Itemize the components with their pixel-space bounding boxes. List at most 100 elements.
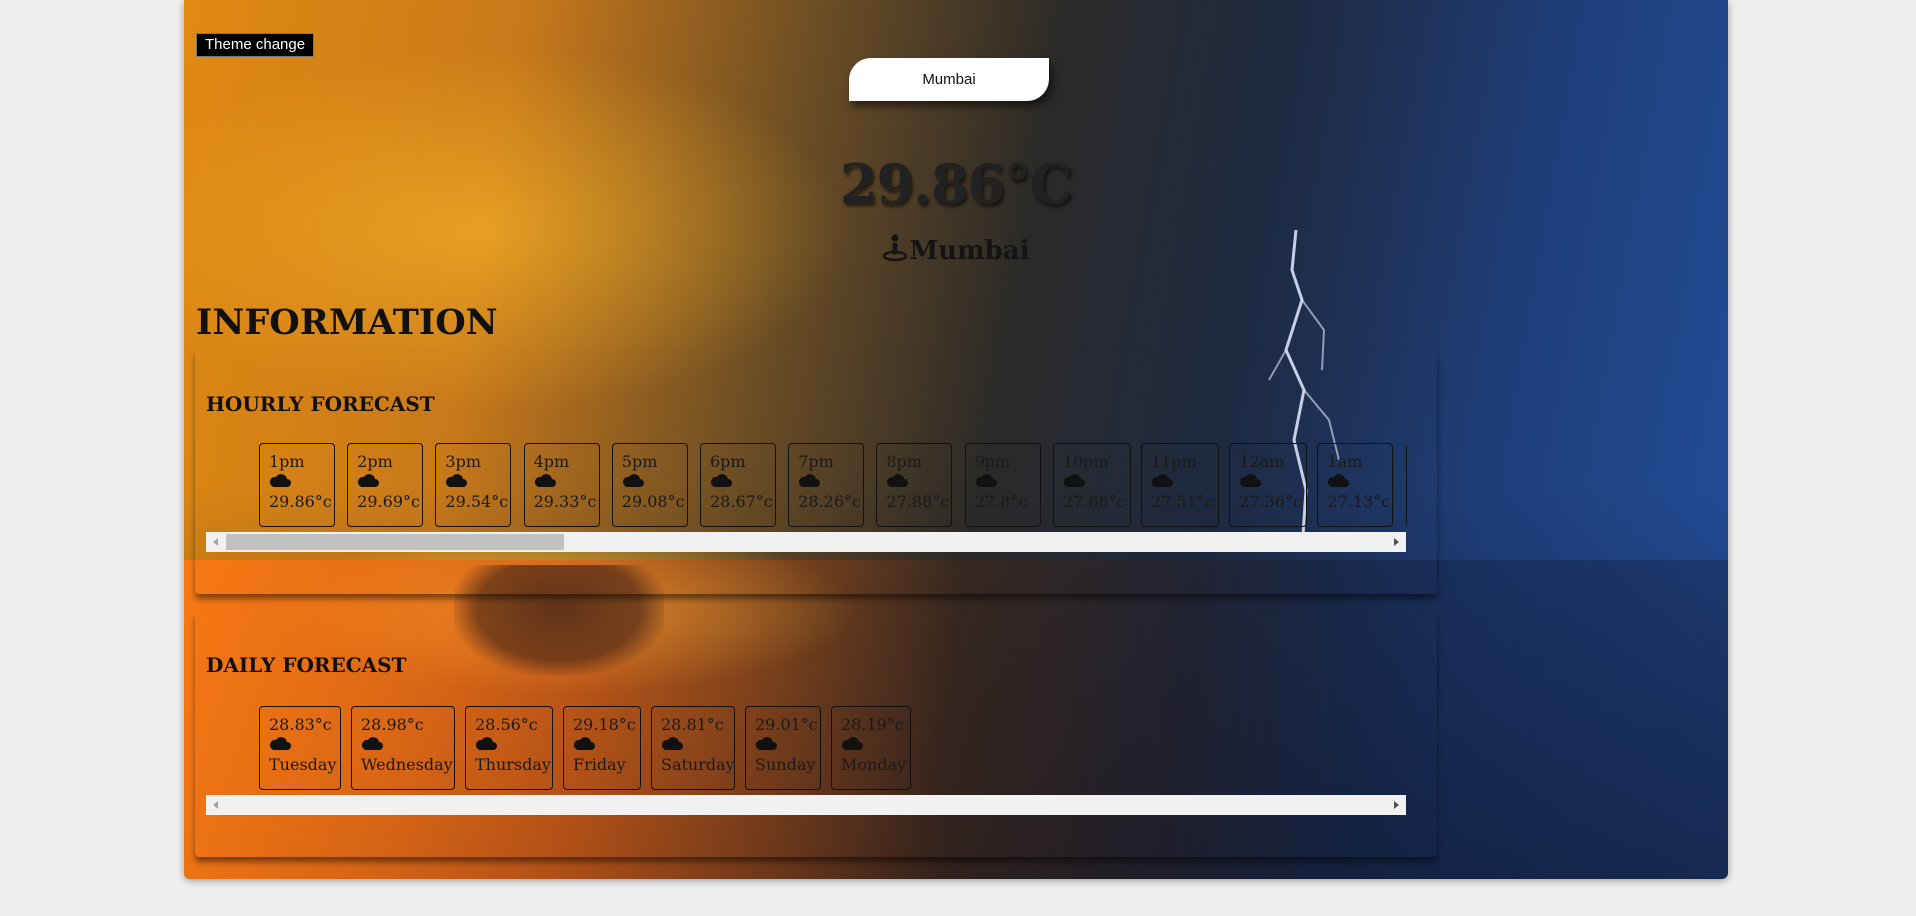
cloud-icon: [357, 472, 422, 490]
cloud-icon: [710, 472, 775, 490]
scroll-left-arrow-icon[interactable]: [213, 538, 218, 546]
hourly-forecast-card: 3pm 29.54°c: [435, 443, 512, 527]
daily-forecast-card: 29.18°c Friday: [563, 706, 641, 790]
current-temperature: 29.86°C: [839, 152, 1073, 216]
scroll-right-arrow-icon[interactable]: [1394, 538, 1399, 546]
hourly-forecast-card: 9pm 27.8°c: [964, 443, 1041, 527]
forecast-day: Tuesday: [269, 755, 337, 774]
forecast-time: 4pm: [533, 452, 570, 471]
cloud-icon: [661, 735, 734, 753]
hourly-forecast-card: 2pm 29.69°c: [347, 443, 424, 527]
forecast-temp: 27.36°c: [1239, 492, 1302, 511]
hourly-forecast-card: 8pm 27.88°c: [876, 443, 953, 527]
forecast-day: Monday: [841, 755, 907, 774]
weather-app: Theme change ⚲ 29.86°C Mumbai INFORMATIO…: [184, 0, 1728, 879]
forecast-time: 12am: [1239, 452, 1285, 471]
forecast-day: Saturday: [661, 755, 735, 774]
daily-forecast-card: 28.98°c Wednesday: [351, 706, 455, 790]
forecast-temp: 27.8°c: [974, 492, 1028, 511]
daily-forecast-card: 28.56°c Thursday: [465, 706, 553, 790]
hourly-forecast-panel: HOURLY FORECAST 1pm 29.86°c 2pm 29.69°c 3pm 2…: [195, 350, 1437, 594]
cloud-icon: [475, 735, 552, 753]
forecast-temp: 27.13°c: [1327, 492, 1391, 511]
forecast-temp: 29.01°c: [755, 715, 818, 734]
hourly-scrollbar[interactable]: [206, 532, 1406, 552]
daily-forecast-card: 28.81°c Saturday: [651, 706, 735, 790]
cloud-icon: [573, 735, 640, 753]
city-search-input[interactable]: [849, 58, 1049, 101]
daily-forecast-list[interactable]: 28.83°c Tuesday 28.98°c Wednesday 28.56°c Thu…: [257, 706, 1407, 791]
daily-forecast-card: 29.01°c Sunday: [745, 706, 821, 790]
forecast-time: 9pm: [974, 452, 1011, 471]
cloud-icon: [269, 735, 340, 753]
cloud-icon: [361, 735, 454, 753]
cloud-icon: [841, 735, 910, 753]
forecast-day: Sunday: [755, 755, 816, 774]
hourly-forecast-card: 2am26: [1405, 443, 1407, 527]
forecast-temp: 29.18°c: [573, 715, 636, 734]
forecast-temp: 29.86°c: [269, 492, 332, 511]
cloud-icon: [1239, 472, 1306, 490]
cloud-icon: [534, 472, 599, 490]
daily-forecast-card: 28.83°c Tuesday: [259, 706, 341, 790]
cloud-icon: [975, 472, 1040, 490]
hourly-forecast-card: 4pm 29.33°c: [523, 443, 600, 527]
forecast-time: 8pm: [886, 452, 922, 471]
daily-forecast-panel: DAILY FORECAST 28.83°c Tuesday 28.98°c Wedn…: [195, 613, 1437, 857]
forecast-time: 5pm: [621, 452, 658, 471]
forecast-temp: 28.98°c: [361, 715, 424, 734]
scroll-right-arrow-icon[interactable]: [1394, 801, 1399, 809]
daily-forecast-title: DAILY FORECAST: [206, 653, 407, 677]
forecast-time: 6pm: [710, 452, 746, 471]
cloud-icon: [269, 472, 334, 490]
forecast-time: 11pm: [1151, 452, 1197, 471]
cloud-icon: [1327, 472, 1392, 490]
cloud-icon: [1063, 472, 1130, 490]
hourly-forecast-title: HOURLY FORECAST: [206, 392, 435, 416]
scroll-left-arrow-icon[interactable]: [213, 801, 218, 809]
hourly-forecast-list[interactable]: 1pm 29.86°c 2pm 29.69°c 3pm 29.54°c 4pm 29.33°c…: [257, 443, 1407, 528]
scrollbar-thumb[interactable]: [226, 534, 564, 550]
forecast-time: 3pm: [445, 452, 481, 471]
forecast-temp: 29.54°c: [445, 492, 509, 511]
forecast-temp: 29.08°c: [621, 492, 685, 511]
forecast-time: 10pm: [1062, 452, 1109, 471]
forecast-time: 2pm: [357, 452, 393, 471]
forecast-temp: 28.56°c: [475, 715, 538, 734]
theme-change-button[interactable]: Theme change: [196, 33, 315, 57]
forecast-temp: 28.19°c: [841, 715, 904, 734]
forecast-temp: 27.51°c: [1151, 492, 1214, 511]
hourly-forecast-card: 5pm 29.08°c: [611, 443, 688, 527]
forecast-temp: 28.67°c: [710, 492, 773, 511]
cloud-icon: [622, 472, 687, 490]
information-heading: INFORMATION: [196, 302, 498, 343]
forecast-time: 1am: [1327, 452, 1363, 471]
daily-scrollbar[interactable]: [206, 795, 1406, 815]
forecast-day: Wednesday: [361, 755, 453, 774]
forecast-temp: 27.88°c: [886, 492, 950, 511]
location-name: Mumbai: [909, 236, 1030, 266]
hourly-forecast-card: 1pm 29.86°c: [259, 443, 335, 527]
hourly-forecast-card: 6pm 28.67°c: [700, 443, 776, 527]
forecast-day: Thursday: [475, 755, 551, 774]
person-pin-icon: [883, 234, 908, 262]
forecast-temp: 28.26°c: [798, 492, 861, 511]
forecast-day: Friday: [573, 755, 626, 774]
forecast-time: 7pm: [798, 452, 834, 471]
forecast-temp: 29.33°c: [533, 492, 597, 511]
forecast-temp: 27.68°c: [1062, 492, 1126, 511]
forecast-temp: 28.83°c: [269, 715, 332, 734]
hourly-forecast-card: 12am 27.36°c: [1229, 443, 1308, 527]
hourly-forecast-card: 1am 27.13°c: [1317, 443, 1394, 527]
hourly-forecast-card: 7pm 28.26°c: [788, 443, 865, 527]
current-location: Mumbai: [184, 234, 1728, 266]
forecast-temp: 29.69°c: [357, 492, 420, 511]
hourly-forecast-card: 11pm 27.51°c: [1141, 443, 1219, 527]
cloud-icon: [1151, 472, 1218, 490]
hourly-forecast-card: 10pm 27.68°c: [1052, 443, 1131, 527]
forecast-time: 1pm: [269, 452, 305, 471]
search-icon[interactable]: ⚲: [1049, 72, 1059, 88]
cloud-icon: [755, 735, 820, 753]
forecast-temp: 28.81°c: [661, 715, 724, 734]
cloud-icon: [886, 472, 951, 490]
